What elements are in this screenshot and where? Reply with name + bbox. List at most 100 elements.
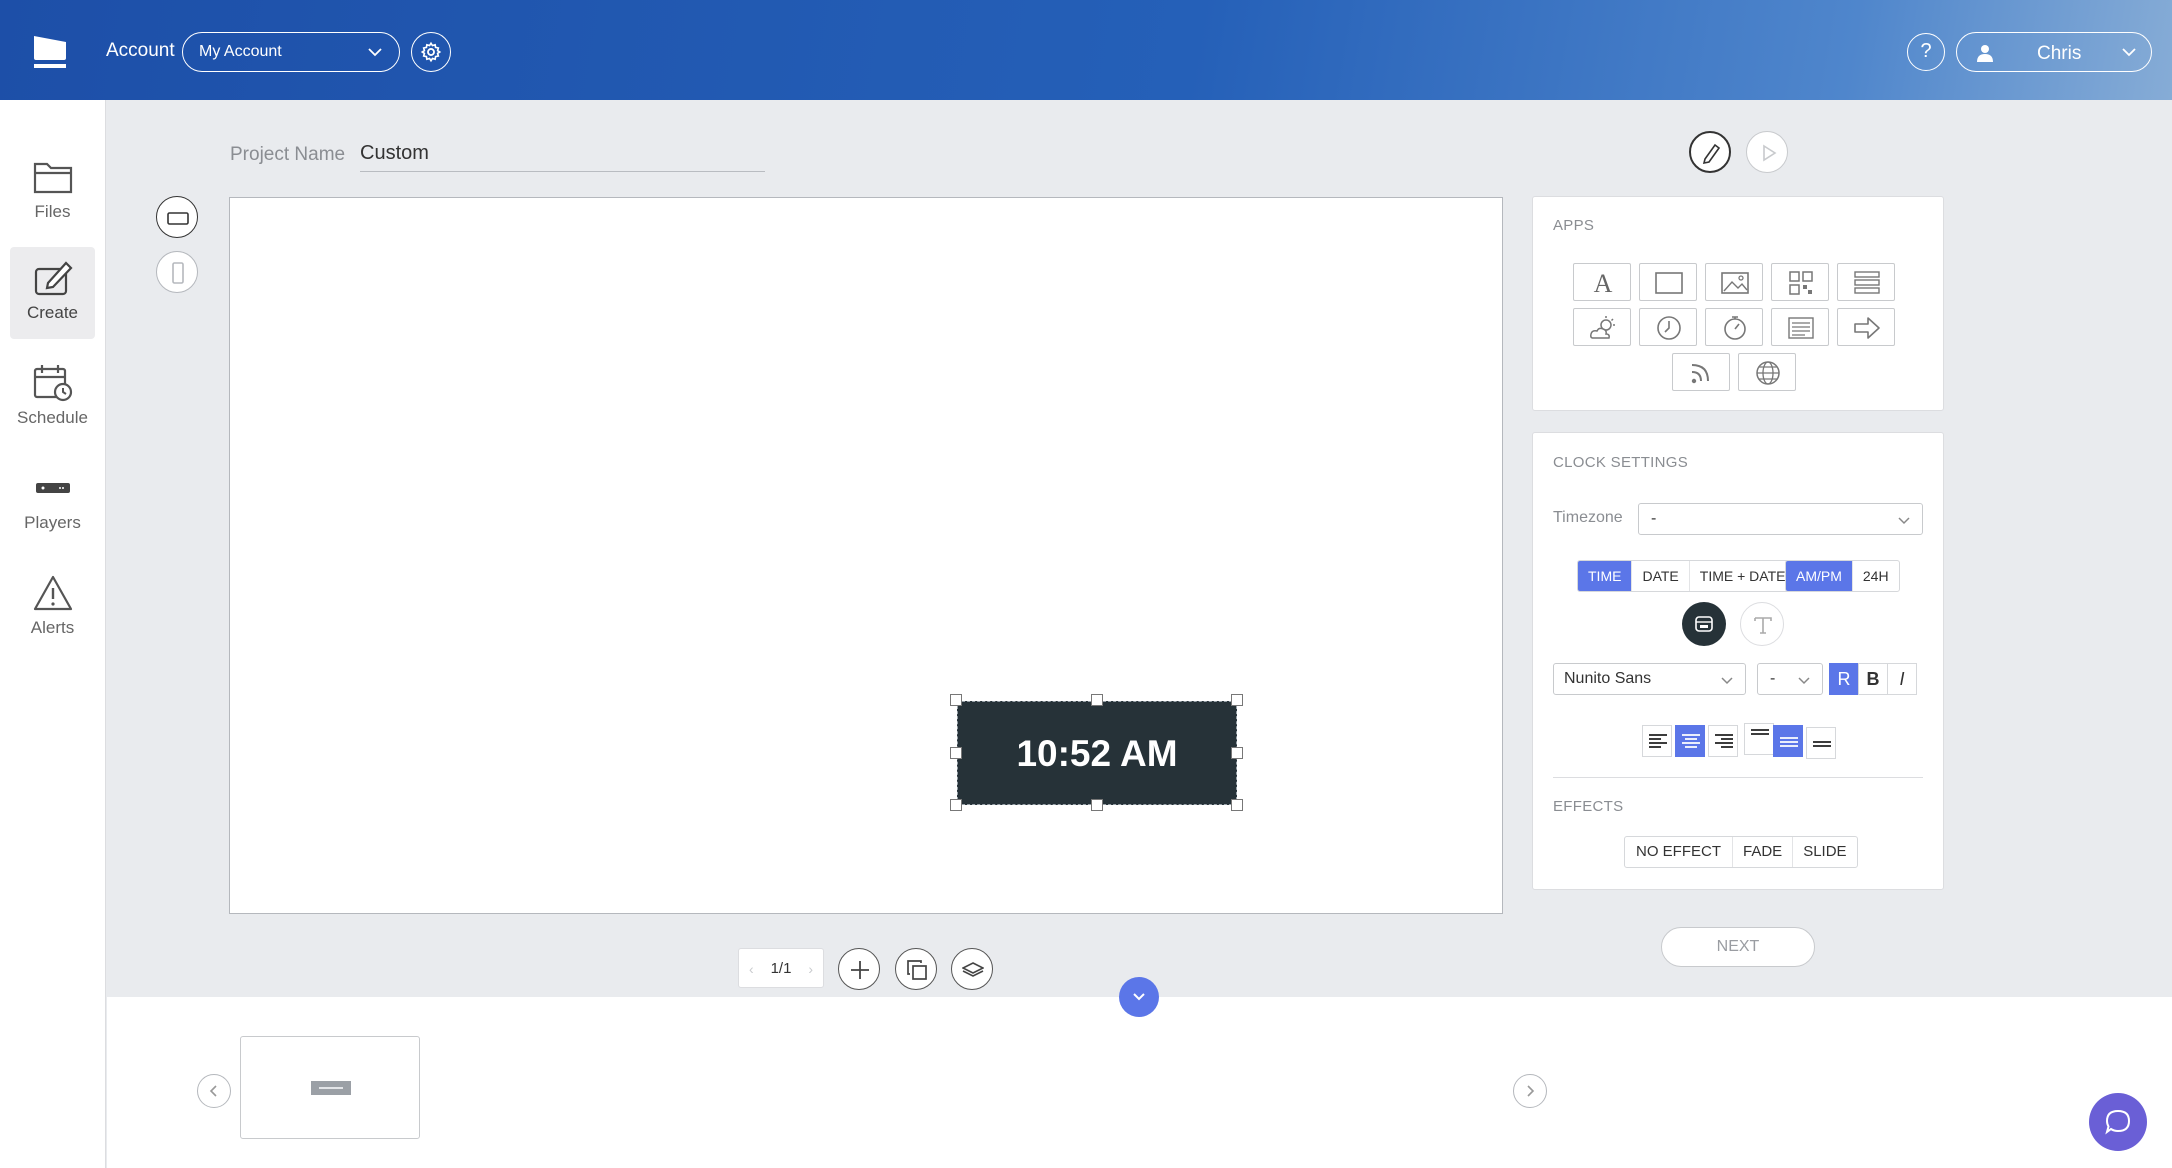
divider — [1553, 777, 1923, 778]
font-size-value: - — [1770, 670, 1776, 687]
chevron-down-icon — [1898, 517, 1910, 525]
text-style-button[interactable] — [1740, 602, 1784, 646]
chevron-down-icon — [368, 48, 382, 57]
app-weather[interactable] — [1573, 308, 1631, 346]
chat-icon — [2105, 1109, 2131, 1135]
chevron-left-icon — [209, 1085, 217, 1097]
resize-handle[interactable] — [950, 799, 962, 811]
user-name: Chris — [2037, 43, 2082, 64]
valign-bottom-icon — [1813, 741, 1831, 747]
top-bar: Account My Account ? Chris — [0, 0, 2172, 100]
resize-handle[interactable] — [1091, 694, 1103, 706]
portrait-button[interactable] — [156, 251, 198, 293]
pencil-icon — [1702, 143, 1721, 165]
sidebar: Files Create Schedule Players Alerts — [0, 100, 106, 1168]
page-count: 1/1 — [770, 960, 792, 977]
sidebar-item-alerts[interactable]: Alerts — [10, 562, 95, 654]
duplicate-slide-button[interactable] — [895, 948, 937, 990]
user-icon — [1977, 45, 1993, 62]
preview-button[interactable] — [1746, 131, 1788, 173]
app-arrow[interactable] — [1837, 308, 1895, 346]
landscape-button[interactable] — [156, 196, 198, 238]
effect-none-button[interactable]: NO EFFECT — [1625, 837, 1733, 867]
regular-style-button[interactable]: R — [1829, 663, 1859, 695]
clock-settings-title: CLOCK SETTINGS — [1553, 454, 1689, 471]
resize-handle[interactable] — [1091, 799, 1103, 811]
mode-time-date-button[interactable]: TIME + DATE — [1690, 561, 1796, 591]
apps-panel: APPS A — [1532, 196, 1944, 411]
app-rss[interactable] — [1672, 353, 1730, 391]
valign-middle-button[interactable] — [1773, 725, 1803, 757]
layers-button[interactable] — [951, 948, 993, 990]
app-table[interactable] — [1837, 263, 1895, 301]
layers-icon — [962, 962, 984, 977]
strip-prev-button[interactable] — [197, 1074, 231, 1108]
app-text[interactable]: A — [1573, 263, 1631, 301]
text-icon: A — [1594, 269, 1613, 297]
web-icon — [1756, 361, 1780, 385]
valign-top-button[interactable] — [1744, 723, 1774, 755]
background-style-button[interactable] — [1682, 602, 1726, 646]
strip-next-button[interactable] — [1513, 1074, 1547, 1108]
valign-middle-icon — [1780, 737, 1798, 747]
app-qr-code[interactable] — [1771, 263, 1829, 301]
bold-style-button[interactable]: B — [1858, 663, 1888, 695]
font-size-select[interactable]: - — [1757, 663, 1823, 695]
mode-date-button[interactable]: DATE — [1632, 561, 1690, 591]
app-web[interactable] — [1738, 353, 1796, 391]
align-center-icon — [1682, 734, 1700, 748]
design-canvas[interactable]: 10:52 AM — [229, 197, 1503, 914]
align-right-button[interactable] — [1708, 725, 1738, 757]
resize-handle[interactable] — [950, 694, 962, 706]
format-ampm-button[interactable]: AM/PM — [1786, 561, 1853, 591]
italic-style-button[interactable]: I — [1887, 663, 1917, 695]
align-left-button[interactable] — [1642, 725, 1672, 757]
valign-top-icon — [1751, 729, 1769, 735]
app-list[interactable] — [1771, 308, 1829, 346]
account-select[interactable]: My Account — [182, 32, 400, 72]
font-family-value: Nunito Sans — [1564, 670, 1652, 687]
align-center-button[interactable] — [1675, 725, 1705, 757]
gear-icon — [420, 41, 442, 63]
app-timer[interactable] — [1705, 308, 1763, 346]
project-name-input[interactable]: Custom — [360, 142, 765, 172]
sidebar-item-create[interactable]: Create — [10, 247, 95, 339]
app-image[interactable] — [1705, 263, 1763, 301]
plus-icon — [851, 961, 869, 979]
clock-icon — [1657, 316, 1681, 340]
list-icon — [1788, 317, 1814, 339]
clock-widget[interactable]: 10:52 AM — [957, 701, 1237, 805]
user-menu[interactable]: Chris — [1956, 32, 2152, 72]
timer-icon — [1724, 316, 1746, 340]
format-24h-button[interactable]: 24H — [1853, 561, 1899, 591]
logo[interactable] — [32, 32, 68, 70]
sidebar-item-files[interactable]: Files — [10, 146, 95, 238]
slide-thumbnail[interactable] — [240, 1036, 420, 1139]
edit-mode-button[interactable] — [1689, 131, 1731, 173]
resize-handle[interactable] — [1231, 799, 1243, 811]
valign-bottom-button[interactable] — [1806, 727, 1836, 759]
sidebar-item-players[interactable]: Players — [10, 457, 95, 549]
sidebar-item-label: Files — [34, 202, 71, 221]
prev-page-button[interactable]: ‹ — [749, 949, 754, 989]
help-button[interactable]: ? — [1907, 33, 1945, 71]
sidebar-item-schedule[interactable]: Schedule — [10, 352, 95, 444]
chat-button[interactable] — [2089, 1093, 2147, 1151]
thumbnail-clock-preview — [311, 1081, 351, 1095]
resize-handle[interactable] — [1231, 694, 1243, 706]
add-slide-button[interactable] — [838, 948, 880, 990]
mode-time-button[interactable]: TIME — [1578, 561, 1633, 591]
app-shape[interactable] — [1639, 263, 1697, 301]
landscape-icon — [167, 212, 189, 225]
effect-fade-button[interactable]: FADE — [1733, 837, 1794, 867]
effect-slide-button[interactable]: SLIDE — [1793, 837, 1856, 867]
resize-handle[interactable] — [950, 747, 962, 759]
collapse-strip-button[interactable] — [1119, 977, 1159, 1017]
settings-button[interactable] — [411, 32, 451, 72]
app-clock[interactable] — [1639, 308, 1697, 346]
resize-handle[interactable] — [1231, 747, 1243, 759]
next-button[interactable]: NEXT — [1661, 927, 1815, 967]
next-page-button[interactable]: › — [808, 949, 813, 989]
timezone-select[interactable]: - — [1638, 503, 1923, 535]
font-family-select[interactable]: Nunito Sans — [1553, 663, 1746, 695]
